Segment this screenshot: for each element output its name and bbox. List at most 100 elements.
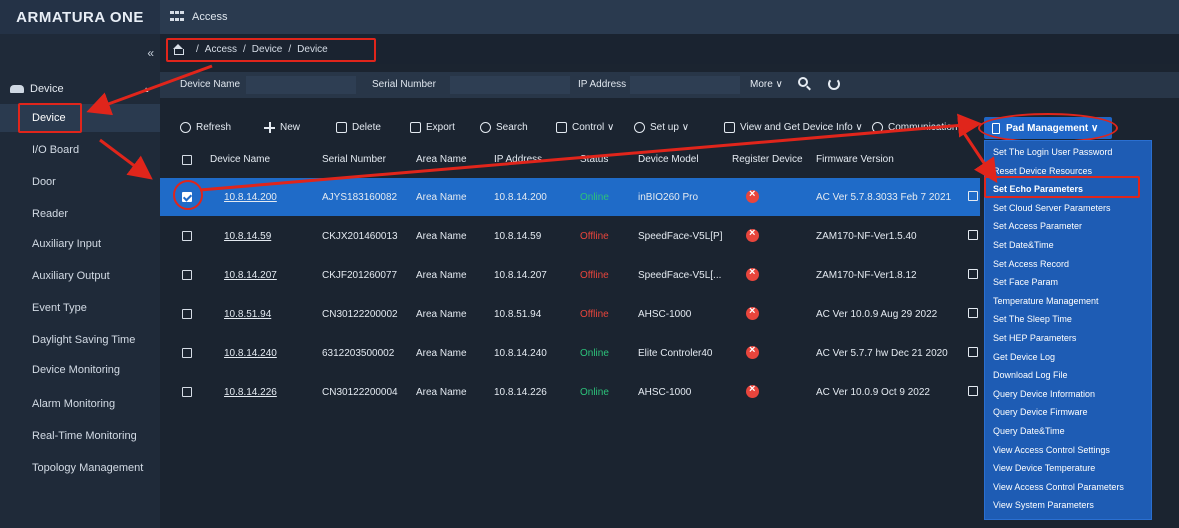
- column-header[interactable]: Firmware Version: [816, 154, 894, 165]
- sidebar-item-alarm-monitoring[interactable]: Alarm Monitoring: [0, 390, 160, 418]
- row-checkbox[interactable]: [182, 348, 192, 358]
- edit-icon[interactable]: [968, 308, 978, 318]
- device-model-cell: AHSC-1000: [638, 309, 692, 320]
- search-icon[interactable]: [798, 77, 808, 87]
- device-group-icon: [10, 85, 24, 93]
- serial-number-cell: AJYS183160082: [322, 192, 398, 203]
- dropdown-item[interactable]: View Device Temperature: [993, 463, 1095, 473]
- globe-icon: [872, 122, 883, 133]
- app-label[interactable]: Access: [192, 11, 227, 23]
- refresh-button[interactable]: Refresh: [180, 122, 231, 133]
- device-model-cell: inBIO260 Pro: [638, 192, 699, 203]
- edit-icon[interactable]: [968, 386, 978, 396]
- column-header[interactable]: Device Name: [210, 154, 270, 165]
- sidebar-item-auxiliary-output[interactable]: Auxiliary Output: [0, 262, 160, 290]
- dropdown-item[interactable]: Set The Login User Password: [993, 147, 1112, 157]
- more-filters-button[interactable]: More ∨: [750, 79, 783, 90]
- table-row[interactable]: 10.8.14.200 AJYS183160082 Area Name 10.8.14…: [160, 178, 980, 216]
- dropdown-item[interactable]: Temperature Management: [993, 296, 1099, 306]
- table-row[interactable]: 10.8.51.94 CN30122200002 Area Name 10.8.51.…: [160, 295, 980, 333]
- dropdown-item[interactable]: View System Parameters: [993, 500, 1094, 510]
- row-checkbox[interactable]: [182, 309, 192, 319]
- register-status-icon: [746, 344, 759, 359]
- dropdown-item[interactable]: Get Device Log: [993, 352, 1055, 362]
- table-row[interactable]: 10.8.14.226 CN30122200004 Area Name 10.8.14…: [160, 373, 980, 411]
- edit-icon[interactable]: [968, 269, 978, 279]
- firmware-version-cell: ZAM170-NF-Ver1.5.40: [816, 231, 917, 242]
- collapse-sidebar-icon[interactable]: «: [147, 46, 154, 60]
- serial-number-filter-input[interactable]: [450, 76, 570, 94]
- filter-bar: Device Name Serial Number IP Address Mor…: [160, 72, 1179, 98]
- sidebar-item-reader[interactable]: Reader: [0, 200, 160, 228]
- area-name-cell: Area Name: [416, 309, 467, 320]
- device-info-icon: [724, 122, 735, 133]
- dropdown-item[interactable]: Query Date&Time: [993, 426, 1065, 436]
- dropdown-item[interactable]: Set Access Parameter: [993, 221, 1082, 231]
- column-header[interactable]: IP Address: [494, 154, 542, 165]
- export-button[interactable]: Export: [410, 122, 455, 133]
- table-row[interactable]: 10.8.14.240 6312203500002 Area Name 10.8.14…: [160, 334, 980, 372]
- column-header[interactable]: Register Device: [732, 154, 803, 165]
- dropdown-item[interactable]: Reset Device Resources: [993, 166, 1092, 176]
- column-header[interactable]: Status: [580, 154, 608, 165]
- row-checkbox[interactable]: [182, 231, 192, 241]
- sidebar-item-door[interactable]: Door: [0, 168, 160, 196]
- table-header: Device Name Serial Number Area Name IP A…: [160, 144, 980, 176]
- device-name-link[interactable]: 10.8.14.200: [224, 192, 277, 203]
- main-panel: / Access / Device / Device Device Name S…: [160, 34, 1179, 528]
- control-label: Control ∨: [572, 122, 615, 133]
- search-button[interactable]: Search: [480, 122, 528, 133]
- dropdown-item[interactable]: Set Date&Time: [993, 240, 1054, 250]
- delete-label: Delete: [352, 122, 381, 133]
- sidebar-group-device[interactable]: Device ▲: [0, 78, 160, 100]
- dropdown-item[interactable]: Set Face Param: [993, 277, 1058, 287]
- dropdown-item[interactable]: View Access Control Parameters: [993, 482, 1124, 492]
- device-model-cell: SpeedFace-V5L[...: [638, 270, 722, 281]
- sidebar-item-io-board[interactable]: I/O Board: [0, 136, 160, 164]
- dropdown-item[interactable]: Set Access Record: [993, 259, 1069, 269]
- dropdown-item[interactable]: Set Cloud Server Parameters: [993, 203, 1111, 213]
- row-checkbox[interactable]: [182, 192, 192, 202]
- device-name-link[interactable]: 10.8.14.226: [224, 387, 277, 398]
- dropdown-item[interactable]: Download Log File: [993, 370, 1068, 380]
- column-header[interactable]: Area Name: [416, 154, 467, 165]
- communication-menu-button[interactable]: Communication ∨: [872, 122, 968, 133]
- view-get-device-info-button[interactable]: View and Get Device Info ∨: [724, 122, 863, 133]
- ip-address-cell: 10.8.14.240: [494, 348, 547, 359]
- sidebar-item-event-type[interactable]: Event Type: [0, 294, 160, 322]
- dropdown-item[interactable]: View Access Control Settings: [993, 445, 1110, 455]
- device-name-link[interactable]: 10.8.14.207: [224, 270, 277, 281]
- sidebar-item-auxiliary-input[interactable]: Auxiliary Input: [0, 230, 160, 258]
- control-menu-button[interactable]: Control ∨: [556, 122, 614, 133]
- sidebar-item-real-time-monitoring[interactable]: Real-Time Monitoring: [0, 422, 160, 450]
- column-header[interactable]: Serial Number: [322, 154, 386, 165]
- new-button[interactable]: New: [264, 122, 300, 133]
- reset-icon[interactable]: [828, 78, 840, 90]
- edit-icon[interactable]: [968, 347, 978, 357]
- dropdown-item[interactable]: Set HEP Parameters: [993, 333, 1076, 343]
- sidebar-item-daylight-saving-time[interactable]: Daylight Saving Time: [0, 326, 160, 354]
- delete-button[interactable]: Delete: [336, 122, 381, 133]
- table-row[interactable]: 10.8.14.59 CKJX201460013 Area Name 10.8.14.…: [160, 217, 980, 255]
- table-row[interactable]: 10.8.14.207 CKJF201260077 Area Name 10.8.14…: [160, 256, 980, 294]
- dropdown-item[interactable]: Set The Sleep Time: [993, 314, 1072, 324]
- row-checkbox[interactable]: [182, 387, 192, 397]
- chevron-up-icon[interactable]: ▲: [142, 85, 150, 94]
- edit-icon[interactable]: [968, 230, 978, 240]
- export-icon: [410, 122, 421, 133]
- ip-address-filter-input[interactable]: [630, 76, 740, 94]
- select-all-checkbox[interactable]: [182, 155, 192, 165]
- sidebar-item-device-monitoring[interactable]: Device Monitoring: [0, 356, 160, 384]
- sidebar-item-topology-management[interactable]: Topology Management: [0, 454, 160, 482]
- device-name-link[interactable]: 10.8.51.94: [224, 309, 271, 320]
- dropdown-item[interactable]: Query Device Firmware: [993, 407, 1088, 417]
- device-name-filter-input[interactable]: [246, 76, 356, 94]
- column-header[interactable]: Device Model: [638, 154, 699, 165]
- setup-menu-button[interactable]: Set up ∨: [634, 122, 689, 133]
- device-name-link[interactable]: 10.8.14.59: [224, 231, 271, 242]
- edit-icon[interactable]: [968, 191, 978, 201]
- row-checkbox[interactable]: [182, 270, 192, 280]
- dropdown-item[interactable]: Query Device Information: [993, 389, 1095, 399]
- device-name-link[interactable]: 10.8.14.240: [224, 348, 277, 359]
- apps-grid-icon[interactable]: [170, 11, 184, 23]
